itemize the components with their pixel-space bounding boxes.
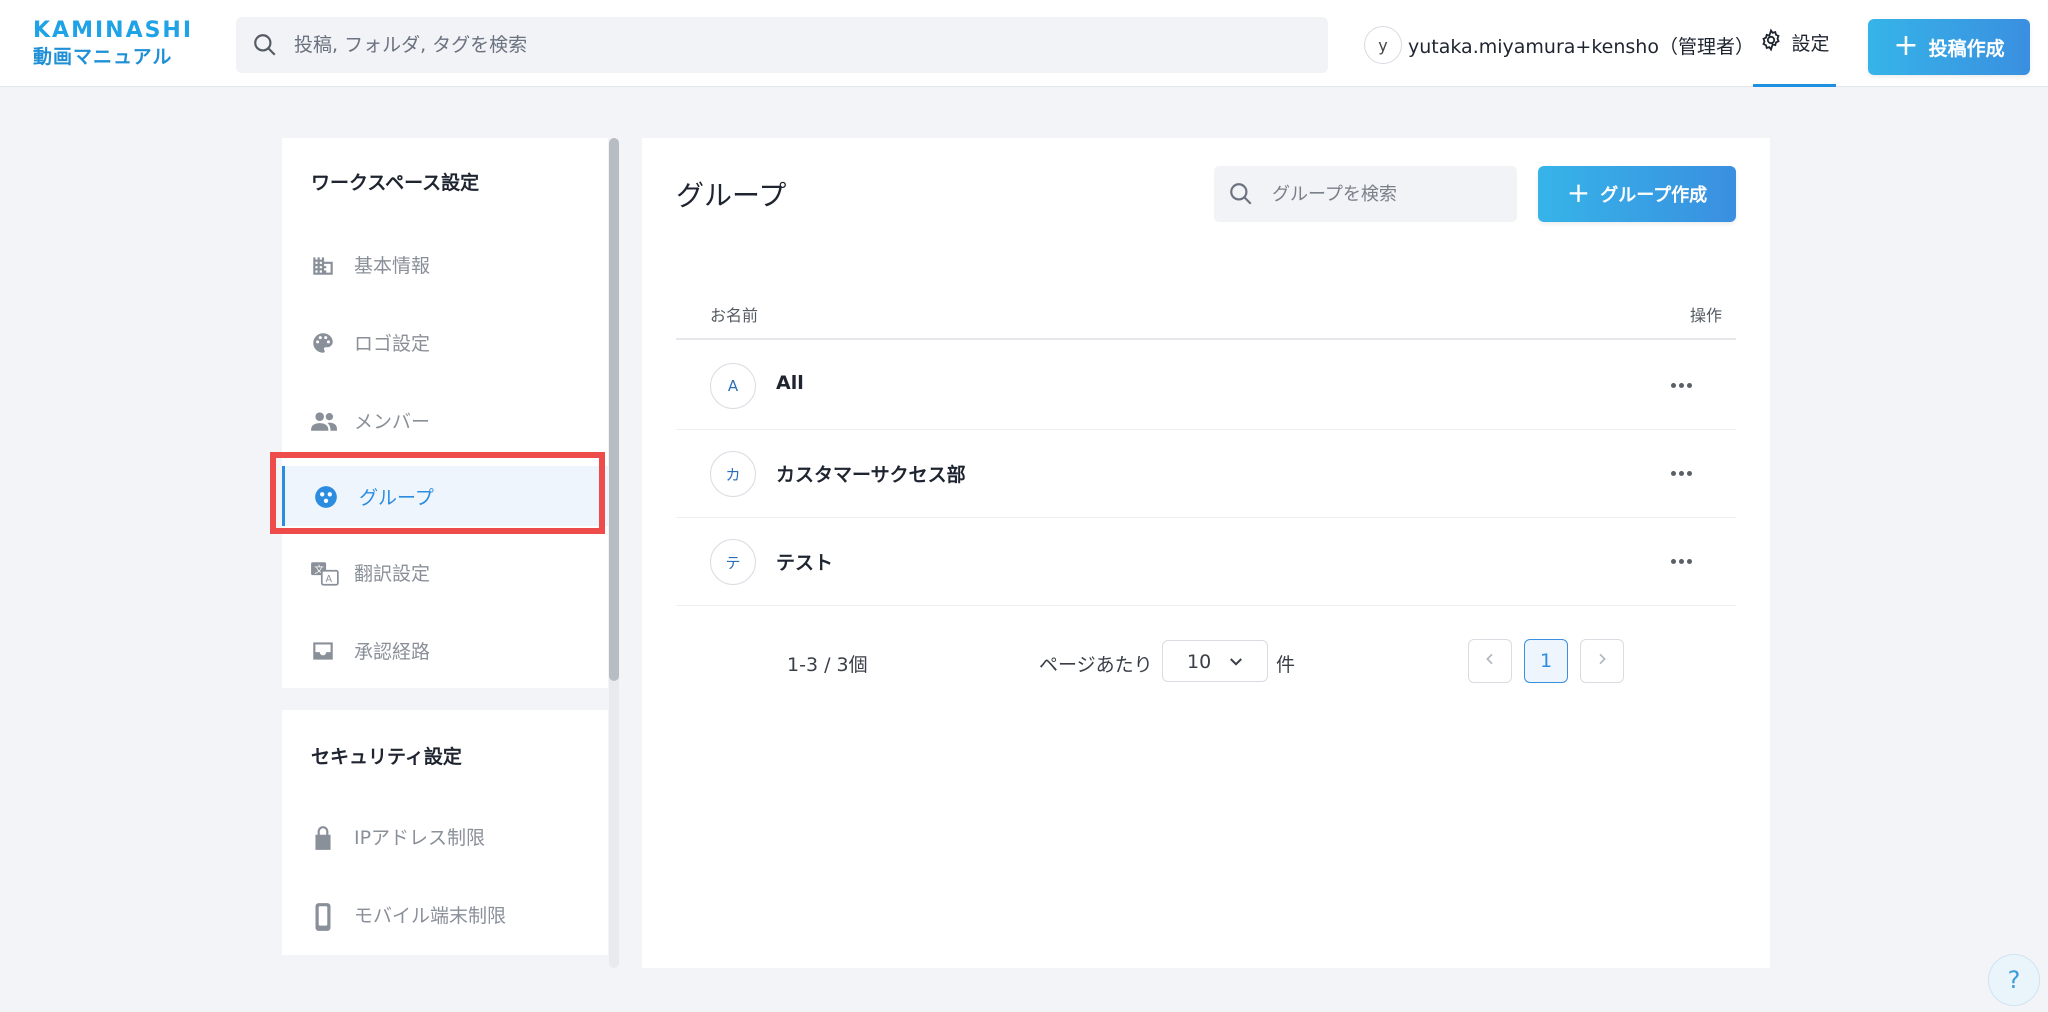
sidebar-scrollbar-thumb[interactable] <box>609 138 619 681</box>
building-icon <box>310 252 336 278</box>
previous-page-button[interactable] <box>1468 639 1512 683</box>
group-search-input[interactable] <box>1272 166 1502 222</box>
chevron-down-icon <box>1227 653 1245 675</box>
chevron-right-icon <box>1594 651 1610 671</box>
groups-panel: グループ + グループ作成 お名前 操作 A All カ カスタマーサクセス部 … <box>642 138 1770 968</box>
group-name[interactable]: テスト <box>776 548 833 575</box>
people-icon <box>310 408 337 434</box>
new-post-button[interactable]: + 投稿作成 <box>1868 19 2030 75</box>
lock-icon <box>310 824 336 850</box>
table-header: お名前 操作 <box>676 298 1736 340</box>
group-search-box[interactable] <box>1214 166 1517 222</box>
sidebar-item-logo[interactable]: ロゴ設定 <box>282 312 608 372</box>
table-row[interactable]: テ テスト <box>676 518 1736 606</box>
page-title: グループ <box>676 179 787 212</box>
result-count: 1-3 / 3個 <box>787 654 868 676</box>
more-actions-icon[interactable] <box>1666 546 1696 576</box>
sidebar-item-label: ロゴ設定 <box>354 332 431 355</box>
user-name: yutaka.miyamura+kensho（管理者） <box>1408 35 1754 58</box>
more-actions-icon[interactable] <box>1666 370 1696 400</box>
translate-icon: 文A <box>310 560 339 586</box>
logo-wordmark: KAMINASHI <box>33 18 194 43</box>
help-button[interactable]: ? <box>1988 954 2040 1006</box>
more-actions-icon[interactable] <box>1666 458 1696 488</box>
search-icon <box>1228 181 1254 211</box>
top-header: KAMINASHI 動画マニュアル y yutaka.miyamura+kens… <box>0 0 2048 87</box>
sidebar-item-label: メンバー <box>354 410 431 433</box>
global-search-input[interactable] <box>294 17 1294 73</box>
settings-tab[interactable]: 設定 <box>1753 0 1836 87</box>
workspace-settings-card: ワークスペース設定 基本情報 ロゴ設定 メンバー グループ 文A 翻訳設定 承認… <box>282 138 608 688</box>
sidebar-item-ip-restriction[interactable]: IPアドレス制限 <box>282 806 608 866</box>
user-menu[interactable]: y yutaka.miyamura+kensho（管理者） <box>1364 25 1754 65</box>
settings-label: 設定 <box>1791 32 1830 55</box>
group-avatar: カ <box>710 451 756 497</box>
page-button-current[interactable]: 1 <box>1524 639 1568 683</box>
sidebar-item-groups[interactable]: グループ <box>282 466 608 526</box>
svg-text:A: A <box>326 574 333 585</box>
app-logo[interactable]: KAMINASHI 動画マニュアル <box>33 18 203 70</box>
new-post-label: 投稿作成 <box>1928 37 2005 60</box>
sidebar-item-label: グループ <box>359 486 434 509</box>
sidebar-item-mobile-restriction[interactable]: モバイル端末制限 <box>282 884 608 944</box>
workspace-settings-title: ワークスペース設定 <box>311 172 480 194</box>
column-header-name: お名前 <box>710 306 759 325</box>
group-name[interactable]: カスタマーサクセス部 <box>776 460 966 487</box>
sidebar-item-label: 承認経路 <box>354 640 431 663</box>
sidebar-item-label: IPアドレス制限 <box>354 826 486 849</box>
table-row[interactable]: A All <box>676 342 1736 430</box>
inbox-icon <box>310 638 336 664</box>
per-page-select[interactable]: 10 <box>1162 640 1268 682</box>
create-group-label: グループ作成 <box>1600 185 1708 206</box>
pagination: 1-3 / 3個 ページあたり 10 件 1 <box>642 638 1770 684</box>
avatar: y <box>1364 26 1402 64</box>
security-settings-card: セキュリティ設定 IPアドレス制限 モバイル端末制限 <box>282 710 608 955</box>
sidebar-item-basic-info[interactable]: 基本情報 <box>282 234 608 294</box>
sidebar-item-label: 基本情報 <box>354 254 431 277</box>
per-page-value: 10 <box>1187 651 1212 673</box>
per-page-label: ページあたり <box>1039 654 1153 676</box>
security-settings-title: セキュリティ設定 <box>311 746 462 768</box>
group-avatar: A <box>710 363 756 409</box>
group-icon <box>313 484 339 510</box>
plus-icon: + <box>1893 27 1919 63</box>
logo-subtitle: 動画マニュアル <box>33 46 173 68</box>
sidebar-item-members[interactable]: メンバー <box>282 390 608 450</box>
gear-icon <box>1759 28 1783 56</box>
search-icon <box>252 32 278 62</box>
per-page-unit: 件 <box>1276 654 1296 676</box>
group-name[interactable]: All <box>776 372 804 394</box>
next-page-button[interactable] <box>1580 639 1624 683</box>
sidebar-item-translation[interactable]: 文A 翻訳設定 <box>282 542 608 602</box>
create-group-button[interactable]: + グループ作成 <box>1538 166 1736 222</box>
table-row[interactable]: カ カスタマーサクセス部 <box>676 430 1736 518</box>
palette-icon <box>310 330 336 356</box>
sidebar-item-approval-route[interactable]: 承認経路 <box>282 620 608 680</box>
global-search-box[interactable] <box>236 17 1328 73</box>
mobile-icon <box>310 902 336 931</box>
column-header-actions: 操作 <box>1689 306 1722 325</box>
sidebar-item-label: 翻訳設定 <box>354 562 431 585</box>
plus-icon: + <box>1566 175 1591 209</box>
sidebar-item-label: モバイル端末制限 <box>354 904 507 927</box>
chevron-left-icon <box>1482 651 1498 671</box>
group-avatar: テ <box>710 539 756 585</box>
